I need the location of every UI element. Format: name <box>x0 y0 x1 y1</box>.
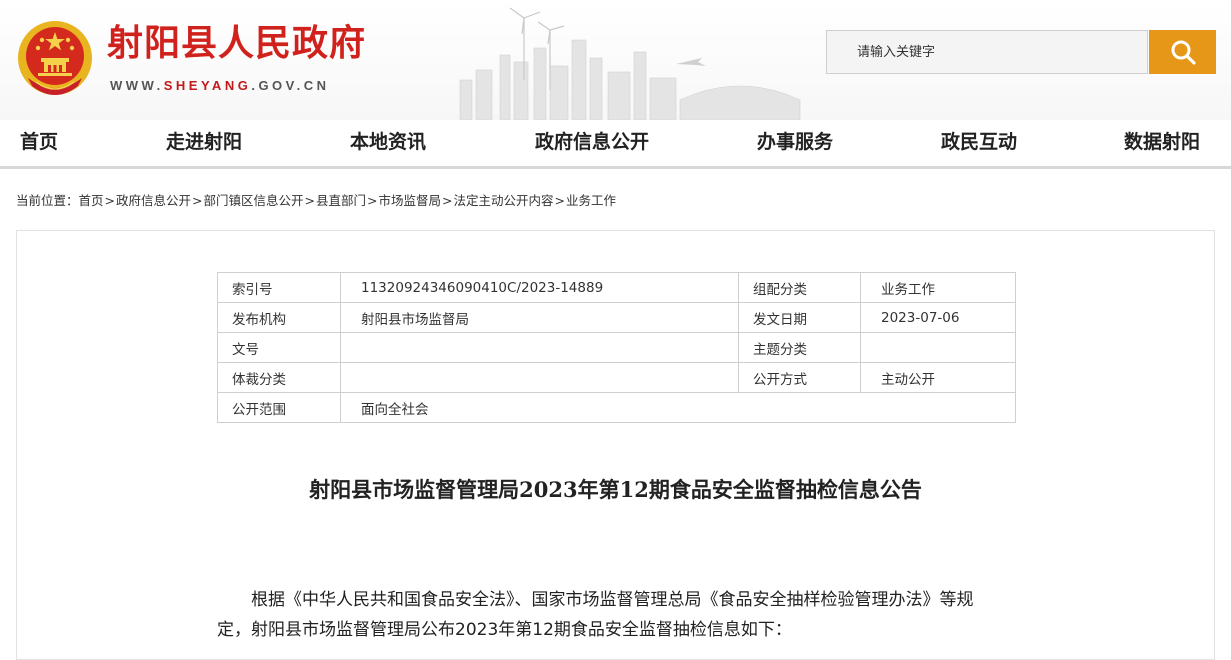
site-domain-accent: SHEYANG <box>163 78 252 93</box>
nav-item-interaction[interactable]: 政民互动 <box>941 120 1017 164</box>
main-nav: 首页 走进射阳 本地资讯 政府信息公开 办事服务 政民互动 数据射阳 <box>0 120 1231 169</box>
search-input[interactable] <box>826 30 1148 74</box>
search-icon <box>1171 40 1196 65</box>
meta-key: 公开范围 <box>217 392 341 423</box>
meta-value: 主动公开 <box>860 362 1016 393</box>
meta-value: 11320924346090410C/2023-14889 <box>340 272 739 303</box>
breadcrumb-separator: > <box>367 193 378 208</box>
meta-key: 发文日期 <box>738 302 861 333</box>
metadata-table: 索引号 11320924346090410C/2023-14889 组配分类 业… <box>217 272 1016 423</box>
article-container: 索引号 11320924346090410C/2023-14889 组配分类 业… <box>16 230 1215 660</box>
meta-value: 射阳县市场监督局 <box>340 302 739 333</box>
site-domain: WWW.SHEYANG.GOV.CN <box>110 78 330 93</box>
site-title: 射阳县人民政府 <box>107 23 367 64</box>
national-emblem-icon <box>18 21 92 95</box>
breadcrumb-item[interactable]: 县直部门 <box>316 193 366 208</box>
table-row: 体裁分类 公开方式 主动公开 <box>217 362 1016 393</box>
table-row: 公开范围 面向全社会 <box>217 392 1016 423</box>
breadcrumb-separator: > <box>304 193 316 208</box>
breadcrumb-separator: > <box>104 193 116 208</box>
meta-value: 2023-07-06 <box>860 302 1016 333</box>
nav-item-home[interactable]: 首页 <box>20 120 58 164</box>
site-domain-prefix: WWW. <box>110 78 164 93</box>
meta-key: 主题分类 <box>738 332 861 363</box>
nav-item-data[interactable]: 数据射阳 <box>1124 120 1200 164</box>
meta-key: 文号 <box>217 332 341 363</box>
meta-key: 发布机构 <box>217 302 341 333</box>
breadcrumb-item-current[interactable]: 业务工作 <box>566 193 616 208</box>
nav-item-gov-info[interactable]: 政府信息公开 <box>535 120 649 164</box>
breadcrumb-item[interactable]: 政府信息公开 <box>116 193 191 208</box>
table-row: 索引号 11320924346090410C/2023-14889 组配分类 业… <box>217 272 1016 303</box>
breadcrumb-separator: > <box>554 193 566 208</box>
meta-key: 索引号 <box>217 272 341 303</box>
table-row: 发布机构 射阳县市场监督局 发文日期 2023-07-06 <box>217 302 1016 333</box>
breadcrumb-item[interactable]: 首页 <box>79 193 104 208</box>
site-domain-suffix: .GOV.CN <box>251 78 330 93</box>
meta-key: 体裁分类 <box>217 362 341 393</box>
site-header: 射阳县人民政府 WWW.SHEYANG.GOV.CN <box>0 0 1231 120</box>
meta-value: 面向全社会 <box>340 392 1016 423</box>
meta-value: 业务工作 <box>860 272 1016 303</box>
nav-item-local-news[interactable]: 本地资讯 <box>350 120 426 164</box>
nav-item-services[interactable]: 办事服务 <box>757 120 833 164</box>
breadcrumb: 当前位置：首页>政府信息公开>部门镇区信息公开>县直部门>市场监督局>法定主动公… <box>16 191 616 211</box>
meta-key: 公开方式 <box>738 362 861 393</box>
article-body: 根据《中华人民共和国食品安全法》、国家市场监督管理总局《食品安全抽样检验管理办法… <box>217 590 974 640</box>
breadcrumb-item[interactable]: 部门镇区信息公开 <box>204 193 304 208</box>
meta-value <box>340 332 739 363</box>
meta-key: 组配分类 <box>738 272 861 303</box>
breadcrumb-separator: > <box>442 193 453 208</box>
breadcrumb-separator: > <box>192 193 203 208</box>
breadcrumb-prefix: 当前位置： <box>16 193 79 208</box>
search-button[interactable] <box>1149 30 1216 74</box>
table-row: 文号 主题分类 <box>217 332 1016 363</box>
breadcrumb-item[interactable]: 法定主动公开内容 <box>454 193 554 208</box>
breadcrumb-item[interactable]: 市场监督局 <box>379 193 442 208</box>
city-skyline-decoration <box>459 7 801 120</box>
meta-value <box>340 362 739 393</box>
article-title: 射阳县市场监督管理局2023年第12期食品安全监督抽检信息公告 <box>309 477 922 502</box>
meta-value <box>860 332 1016 363</box>
nav-item-about[interactable]: 走进射阳 <box>166 120 242 164</box>
